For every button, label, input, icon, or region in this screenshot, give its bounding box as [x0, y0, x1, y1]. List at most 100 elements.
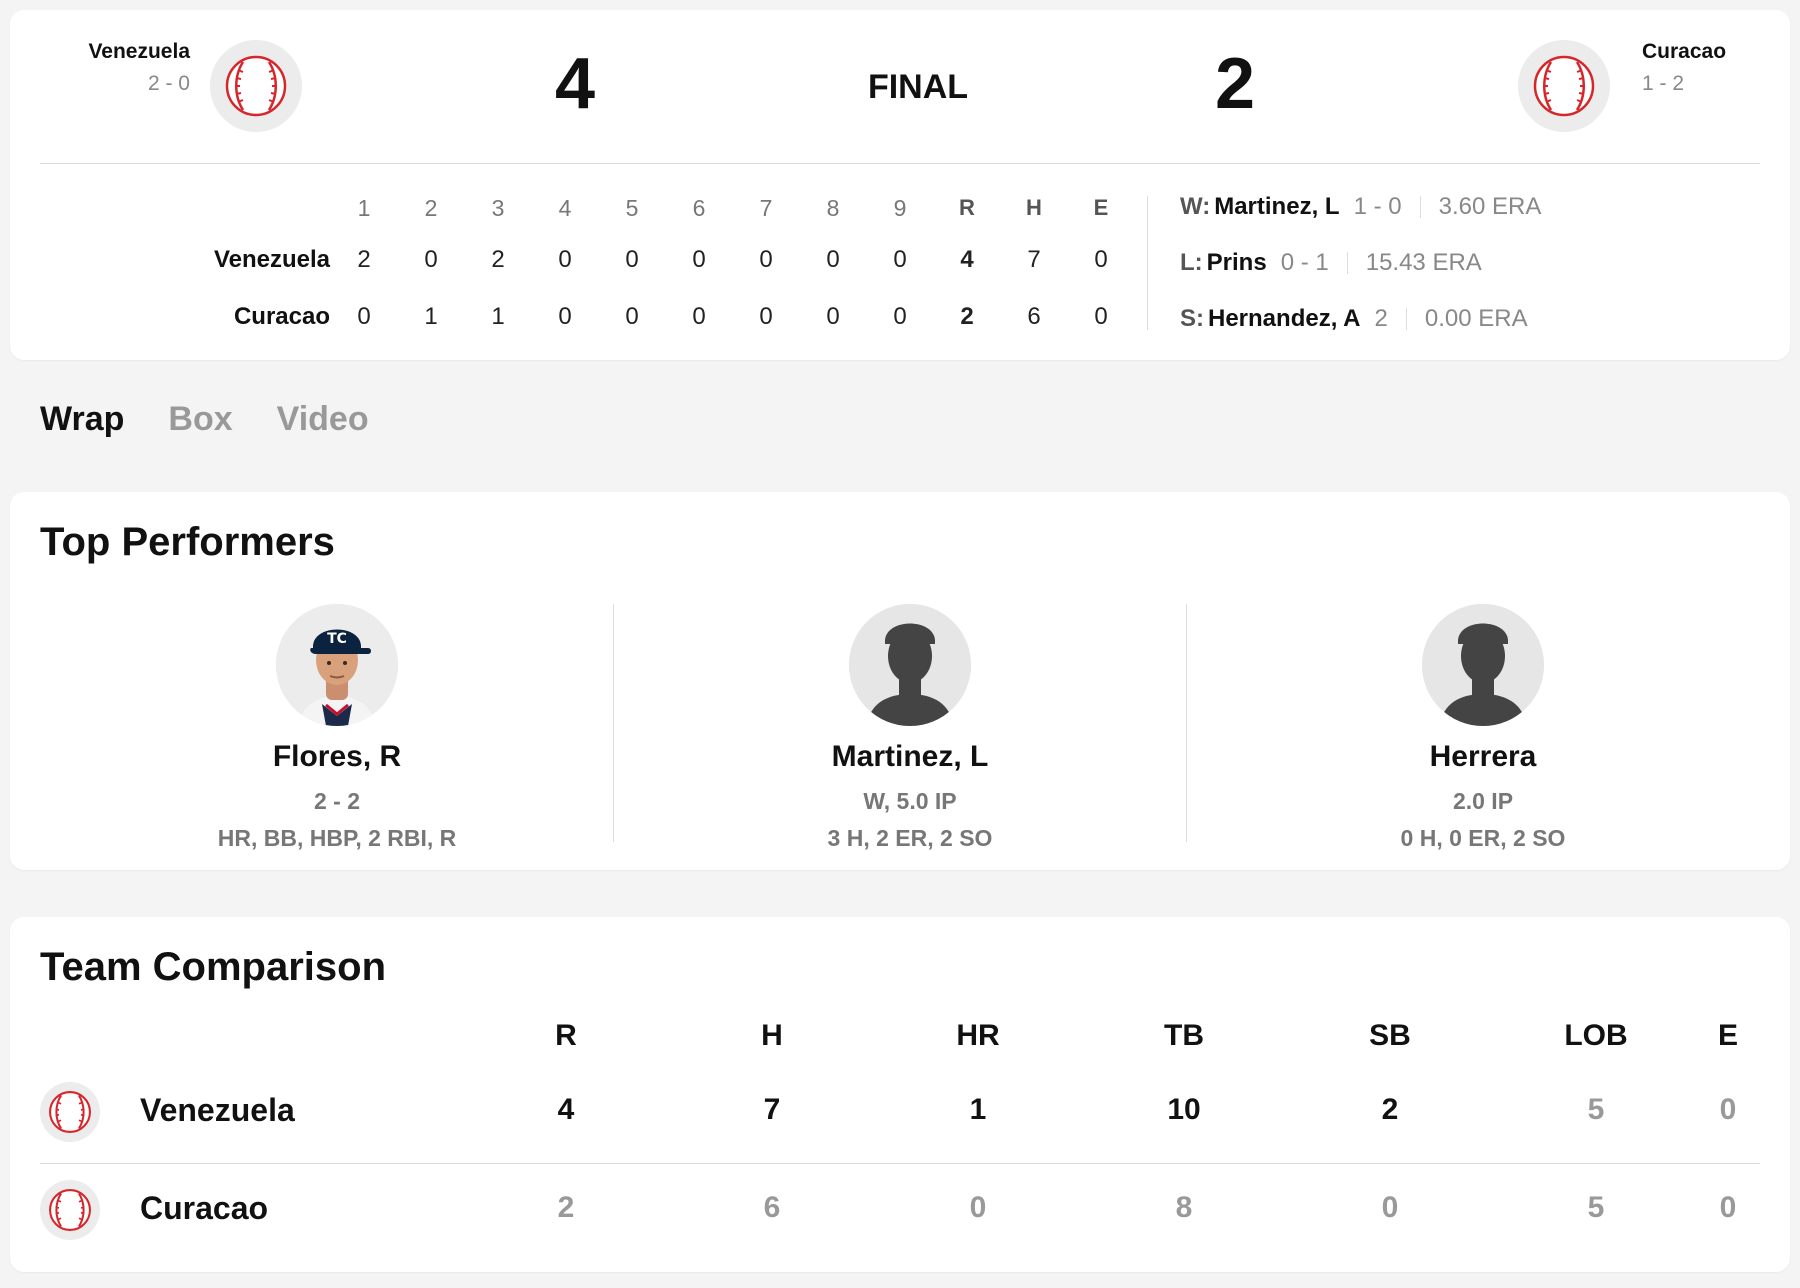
linescore-cell: 0 [558, 246, 572, 273]
column-header-left-on-base: LOB [1564, 1019, 1628, 1052]
linescore-team-name[interactable]: Curacao [50, 303, 330, 331]
separator [1405, 308, 1407, 330]
column-divider [1186, 604, 1187, 842]
linescore-hits: 7 [1027, 246, 1041, 273]
column-header-total-bases: TB [1164, 1019, 1204, 1052]
performer-stat-line: 2.0 IP [1452, 788, 1514, 814]
pitcher-era: 15.43 ERA [1365, 249, 1482, 276]
column-header-errors: E [1717, 1019, 1738, 1052]
team-name[interactable]: Curacao [140, 1190, 268, 1227]
stat-value: 5 [1587, 1093, 1605, 1126]
stat-value: 5 [1587, 1191, 1605, 1224]
tab-wrap[interactable]: Wrap [40, 400, 124, 439]
pitcher-era: 0.00 ERA [1424, 305, 1528, 332]
away-score: 4 [555, 44, 596, 124]
linescore-cell: 0 [558, 303, 572, 330]
tab-video[interactable]: Video [277, 400, 369, 439]
column-header-home-runs: HR [956, 1019, 1000, 1052]
stat-value: 8 [1175, 1191, 1193, 1224]
scoreboard-card: Venezuela 2 - 0 4 FINAL 2 Curacao 1 - 2 … [10, 10, 1790, 360]
scoreboard-divider [40, 163, 1760, 164]
separator [1419, 196, 1421, 218]
section-title: Top Performers [40, 520, 335, 564]
pitcher-name[interactable]: Prins [1207, 249, 1267, 277]
inning-header: 1 [357, 195, 371, 221]
stat-value: 6 [763, 1191, 781, 1224]
performer-name[interactable]: Martinez, L [630, 740, 1190, 774]
performer-card[interactable]: Herrera 2.0 IP 0 H, 0 ER, 2 SO [1203, 604, 1763, 851]
linescore-cell: 0 [826, 303, 840, 330]
table-row: Venezuela 4 7 1 10 2 5 0 [10, 1067, 1790, 1157]
linescore-cell: 2 [491, 246, 505, 273]
performer-name[interactable]: Herrera [1203, 740, 1763, 774]
inning-header: 9 [893, 195, 907, 221]
svg-text:TC: TC [327, 631, 347, 647]
performer-card[interactable]: TC Flores, R 2 - 2 HR, BB, HBP, 2 RBI, R [57, 604, 617, 851]
linescore-team-name[interactable]: Venezuela [50, 246, 330, 274]
game-tabs: Wrap Box Video [40, 400, 369, 439]
pitcher-record: 2 [1374, 305, 1388, 332]
stat-value: 1 [969, 1093, 987, 1126]
home-team-record: 1 - 2 [1642, 72, 1685, 95]
performer-name[interactable]: Flores, R [57, 740, 617, 774]
home-team-block[interactable]: Curacao 1 - 2 [1642, 40, 1762, 130]
linescore-errors: 0 [1094, 303, 1108, 330]
linescore-cell: 0 [759, 303, 773, 330]
errors-header: E [1093, 195, 1109, 220]
player-silhouette-icon[interactable] [1422, 604, 1544, 726]
linescore-cell: 2 [357, 246, 371, 273]
linescore-cell: 0 [625, 246, 639, 273]
team-comparison-card: Team Comparison R H HR TB SB LOB E Venez… [10, 917, 1790, 1272]
home-score: 2 [1215, 44, 1256, 124]
pitcher-name[interactable]: Martinez, L [1214, 193, 1339, 221]
linescore-runs: 2 [960, 303, 974, 330]
baseball-icon[interactable] [210, 40, 302, 132]
stat-value: 2 [557, 1191, 575, 1224]
performer-stat-detail: 0 H, 0 ER, 2 SO [1400, 825, 1566, 851]
inning-header: 5 [625, 195, 639, 221]
baseball-icon[interactable] [40, 1180, 100, 1240]
player-photo[interactable]: TC [276, 604, 398, 726]
game-status: FINAL [867, 68, 969, 106]
inning-header: 8 [826, 195, 840, 221]
save-pitcher[interactable]: S: Hernandez, A 2 0.00 ERA [1180, 305, 1528, 333]
away-team-name[interactable]: Venezuela [70, 40, 190, 64]
stat-value: 4 [557, 1093, 575, 1126]
linescore-cell: 0 [826, 246, 840, 273]
pitcher-record: 0 - 1 [1280, 249, 1329, 276]
inning-header: 4 [558, 195, 572, 221]
away-team-block[interactable]: Venezuela 2 - 0 [70, 40, 190, 130]
team-name[interactable]: Venezuela [140, 1092, 295, 1129]
inning-header: 3 [491, 195, 505, 221]
stat-value: 0 [969, 1191, 987, 1224]
tab-box[interactable]: Box [168, 400, 232, 439]
linescore-cell: 0 [357, 303, 371, 330]
linescore-cell: 1 [424, 303, 438, 330]
pitcher-label: W: [1180, 193, 1211, 220]
linescore-cell: 0 [424, 246, 438, 273]
pitcher-name[interactable]: Hernandez, A [1208, 305, 1360, 333]
performer-card[interactable]: Martinez, L W, 5.0 IP 3 H, 2 ER, 2 SO [630, 604, 1190, 851]
stat-value: 10 [1167, 1093, 1201, 1126]
linescore-cell: 0 [692, 303, 706, 330]
column-header-stolen-bases: SB [1369, 1019, 1411, 1052]
column-header-runs: R [555, 1019, 577, 1052]
hits-header: H [1026, 195, 1042, 220]
losing-pitcher[interactable]: L: Prins 0 - 1 15.43 ERA [1180, 249, 1482, 277]
pitcher-era: 3.60 ERA [1438, 193, 1542, 220]
table-row: Curacao 2 6 0 8 0 5 0 [10, 1165, 1790, 1255]
performer-stat-detail: HR, BB, HBP, 2 RBI, R [217, 825, 457, 851]
winning-pitcher[interactable]: W: Martinez, L 1 - 0 3.60 ERA [1180, 193, 1541, 221]
linescore-cell: 0 [625, 303, 639, 330]
top-performers-card: Top Performers TC Flores, R 2 - 2 HR, BB… [10, 492, 1790, 870]
stat-value: 0 [1719, 1093, 1737, 1126]
row-divider [40, 1163, 1760, 1164]
linescore-divider [1147, 196, 1148, 330]
baseball-icon[interactable] [40, 1082, 100, 1142]
home-team-name[interactable]: Curacao [1642, 40, 1762, 64]
pitcher-label: L: [1180, 249, 1203, 276]
baseball-icon[interactable] [1518, 40, 1610, 132]
player-silhouette-icon[interactable] [849, 604, 971, 726]
runs-header: R [959, 195, 975, 220]
pitcher-record: 1 - 0 [1353, 193, 1402, 220]
